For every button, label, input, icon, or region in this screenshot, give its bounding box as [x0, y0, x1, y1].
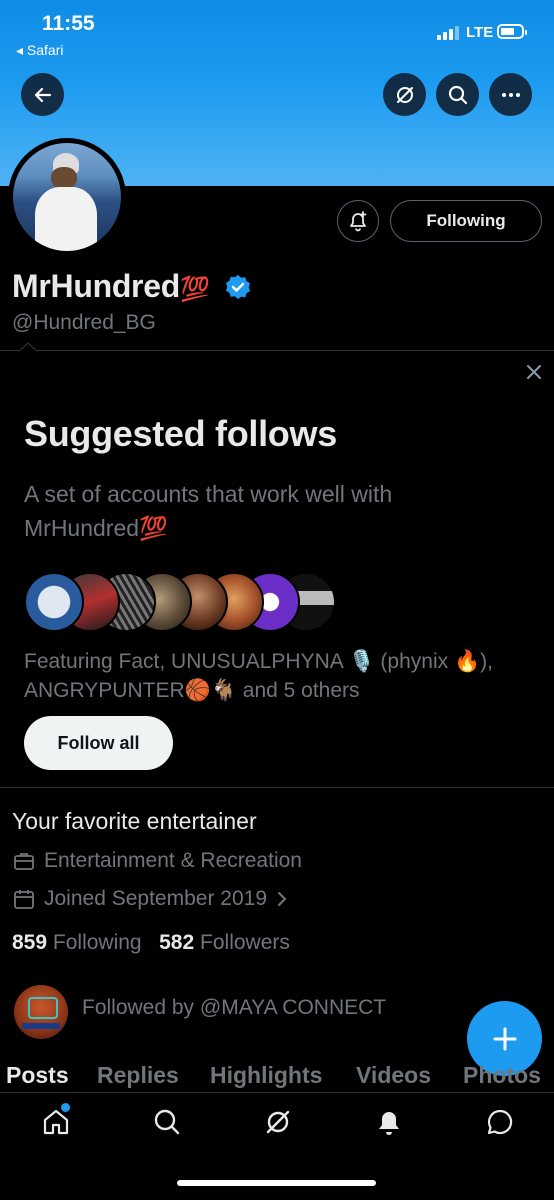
battery-icon	[497, 24, 527, 39]
grok-icon	[396, 86, 413, 103]
display-name-text: MrHundred	[12, 268, 180, 304]
suggested-description: A set of accounts that work well with Mr…	[24, 477, 504, 545]
profile-bio: Your favorite entertainer	[12, 808, 257, 834]
tab-photos[interactable]: Photos	[463, 1062, 541, 1089]
profile-tabs: Posts Replies Highlights Videos Photos	[0, 1062, 554, 1090]
suggested-description-line2: MrHundred💯	[24, 515, 168, 541]
follow-all-button[interactable]: Follow all	[24, 716, 173, 770]
display-name: MrHundred💯	[12, 268, 252, 305]
following-button[interactable]: Following	[390, 200, 542, 242]
suggested-description-line1: A set of accounts that work well with	[24, 481, 393, 507]
followed-by-text[interactable]: Followed by @MAYA CONNECT	[82, 996, 386, 1020]
following-label: Following	[52, 931, 142, 954]
grok-icon	[266, 1110, 290, 1134]
plus-icon	[493, 1027, 516, 1050]
name-emoji: 💯	[179, 276, 210, 303]
search-icon	[448, 85, 467, 104]
featuring-line2: ANGRYPUNTER🏀🐐 and 5 others	[24, 679, 360, 702]
profile-joined[interactable]: Joined September 2019	[12, 887, 289, 911]
suggested-title: Suggested follows	[24, 413, 337, 454]
back-arrow-icon	[34, 87, 51, 102]
briefcase-icon	[14, 853, 34, 870]
following-count: 859	[12, 931, 48, 954]
search-button[interactable]	[436, 73, 479, 116]
calendar-icon	[14, 890, 34, 909]
bell-icon	[379, 1112, 399, 1135]
joined-text: Joined September 2019	[44, 887, 267, 910]
back-to-safari[interactable]: ◂ Safari	[16, 42, 64, 59]
profile-avatar[interactable]	[8, 138, 126, 256]
bell-plus-icon	[350, 211, 367, 232]
followed-by-avatar[interactable]	[14, 985, 68, 1039]
suggested-avatars[interactable]	[24, 572, 364, 634]
profile-handle: @Hundred_BG	[12, 311, 156, 334]
status-time: 11:55	[42, 12, 95, 35]
search-icon	[154, 1109, 180, 1135]
network-label: LTE	[466, 24, 494, 41]
followers-count-link[interactable]: 582 Followers	[159, 931, 290, 954]
back-button[interactable]	[21, 73, 64, 116]
nav-grok[interactable]	[263, 1107, 293, 1137]
tab-posts[interactable]: Posts	[6, 1062, 69, 1089]
following-count-link[interactable]: 859 Following	[12, 931, 142, 954]
nav-search[interactable]	[152, 1107, 182, 1137]
more-icon	[501, 92, 520, 97]
chevron-right-icon	[278, 892, 287, 906]
nav-notifications[interactable]	[374, 1107, 404, 1137]
notify-button[interactable]	[337, 200, 379, 242]
tab-highlights[interactable]: Highlights	[210, 1062, 322, 1089]
section-divider	[0, 787, 554, 788]
close-icon[interactable]	[524, 362, 544, 382]
nav-messages[interactable]	[485, 1107, 515, 1137]
featuring-text: Featuring Fact, UNUSUALPHYNA 🎙️ (phynix …	[24, 647, 534, 705]
more-button[interactable]	[489, 73, 532, 116]
follow-counts: 859 Following 582 Followers	[12, 931, 290, 955]
divider-notch	[19, 342, 37, 352]
tab-replies[interactable]: Replies	[97, 1062, 179, 1089]
avatar-fact[interactable]	[24, 572, 84, 632]
message-icon	[487, 1109, 513, 1135]
tab-videos[interactable]: Videos	[356, 1062, 431, 1089]
profile-category: Entertainment & Recreation	[12, 849, 302, 873]
category-text: Entertainment & Recreation	[44, 849, 302, 872]
home-indicator[interactable]	[177, 1180, 376, 1186]
section-divider	[0, 350, 554, 351]
nav-home[interactable]	[41, 1103, 71, 1137]
verified-badge-icon[interactable]	[224, 273, 252, 301]
signal-icon	[437, 26, 461, 40]
followers-count: 582	[159, 931, 195, 954]
featuring-line1: Featuring Fact, UNUSUALPHYNA 🎙️ (phynix …	[24, 650, 493, 673]
grok-button[interactable]	[383, 73, 426, 116]
followers-label: Followers	[200, 931, 290, 954]
